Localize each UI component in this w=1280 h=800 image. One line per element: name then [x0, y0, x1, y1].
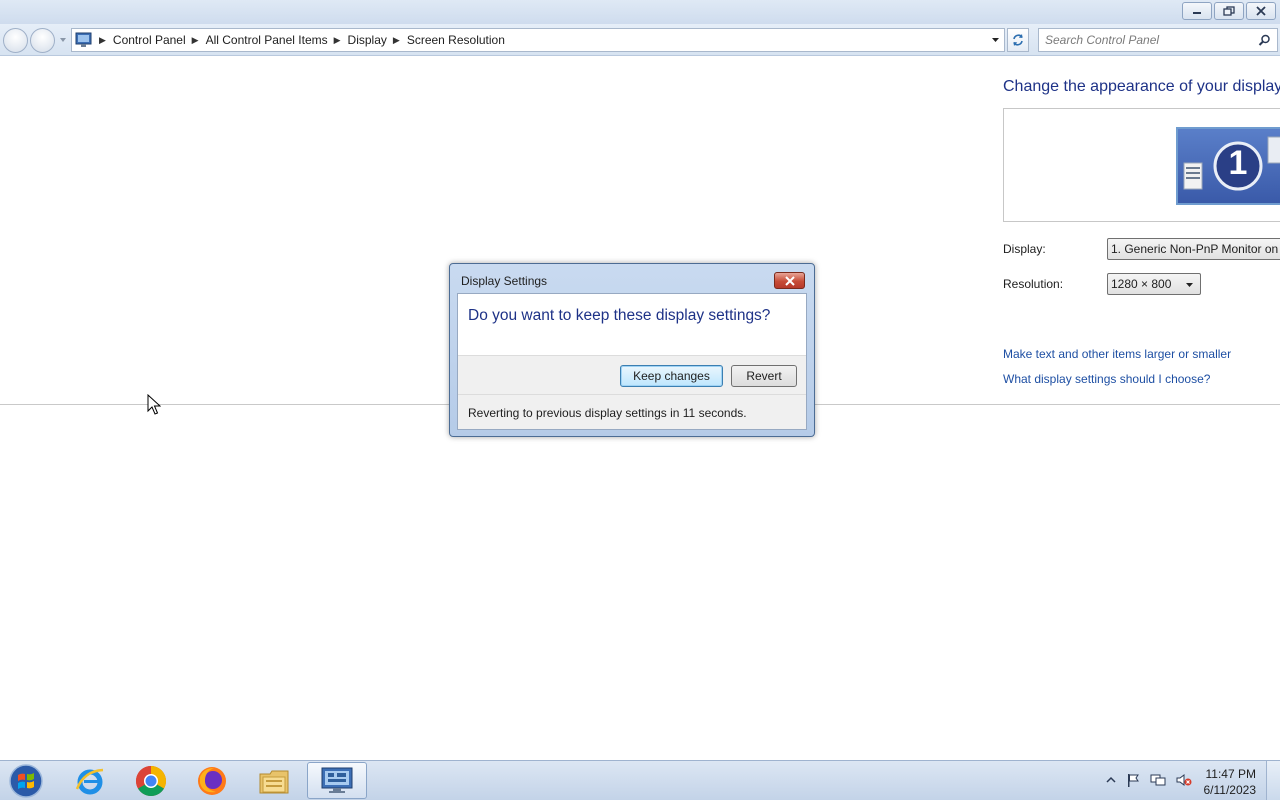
minimize-icon — [1193, 12, 1201, 14]
control-panel-icon — [75, 32, 92, 47]
chevron-down-icon — [1186, 283, 1193, 287]
breadcrumb-separator-icon[interactable]: ▶ — [192, 35, 199, 46]
dialog-status-bar: Reverting to previous display settings i… — [458, 395, 806, 429]
resolution-label: Resolution: — [1003, 277, 1064, 291]
show-hidden-icons-chevron[interactable] — [1106, 776, 1116, 784]
taskbar-internet-explorer[interactable] — [62, 762, 118, 799]
display-settings-dialog: Display Settings Do you want to keep the… — [449, 263, 815, 437]
clock-time: 11:47 PM — [1205, 767, 1256, 781]
taskbar-firefox[interactable] — [184, 762, 240, 799]
internet-explorer-icon — [75, 768, 104, 794]
back-button[interactable] — [3, 28, 28, 53]
page-heading: Change the appearance of your display — [1003, 78, 1280, 95]
refresh-icon — [1013, 34, 1023, 46]
resolution-select-value: 1280 × 800 — [1111, 277, 1172, 291]
dialog-button-row: Keep changes Revert — [458, 355, 806, 395]
breadcrumb-separator-icon[interactable]: ▶ — [334, 35, 341, 46]
network-icon[interactable] — [1150, 773, 1166, 787]
display-select-value: 1. Generic Non-PnP Monitor on — [1111, 242, 1279, 256]
taskbar-chrome[interactable] — [123, 762, 179, 799]
revert-button[interactable]: Revert — [731, 365, 797, 387]
firefox-icon — [198, 766, 226, 795]
mouse-cursor-icon — [147, 394, 161, 415]
breadcrumb[interactable]: ▶ Control Panel ▶ All Control Panel Item… — [71, 28, 1005, 52]
address-toolbar: ▶ Control Panel ▶ All Control Panel Item… — [0, 24, 1280, 56]
start-button[interactable] — [6, 763, 46, 799]
recent-pages-dropdown-icon[interactable] — [59, 36, 67, 44]
taskbar-clock[interactable]: 11:47 PM 6/11/2023 — [1204, 766, 1257, 798]
taskbar-control-panel[interactable] — [307, 762, 367, 799]
refresh-button[interactable] — [1007, 28, 1029, 52]
forward-button[interactable] — [30, 28, 55, 53]
windows-start-orb-icon — [9, 764, 43, 798]
breadcrumb-screen-resolution[interactable]: Screen Resolution — [407, 33, 505, 47]
breadcrumb-all-items[interactable]: All Control Panel Items — [206, 33, 328, 47]
keep-changes-button[interactable]: Keep changes — [620, 365, 723, 387]
monitor-number-label: 1 — [1228, 144, 1248, 182]
search-box[interactable] — [1038, 28, 1278, 52]
breadcrumb-display[interactable]: Display — [348, 33, 387, 47]
chrome-icon — [135, 765, 167, 796]
dialog-question: Do you want to keep these display settin… — [468, 307, 771, 324]
address-history-dropdown-icon[interactable] — [991, 36, 1000, 44]
display-label: Display: — [1003, 242, 1046, 256]
close-icon — [1256, 6, 1266, 16]
taskbar-file-explorer[interactable] — [246, 762, 302, 799]
breadcrumb-separator-icon[interactable]: ▶ — [99, 35, 106, 46]
breadcrumb-control-panel[interactable]: Control Panel — [113, 33, 186, 47]
close-window-button[interactable] — [1246, 2, 1276, 20]
restore-icon — [1223, 6, 1235, 16]
text-size-link[interactable]: Make text and other items larger or smal… — [1003, 347, 1231, 361]
volume-muted-icon[interactable] — [1176, 773, 1192, 787]
control-panel-icon — [321, 767, 353, 793]
search-icon[interactable] — [1258, 34, 1271, 47]
file-explorer-icon — [259, 770, 289, 793]
show-desktop-button[interactable] — [1266, 761, 1280, 800]
system-tray — [1106, 773, 1192, 787]
breadcrumb-separator-icon[interactable]: ▶ — [393, 35, 400, 46]
window-controls — [1182, 2, 1276, 20]
dialog-close-button[interactable] — [774, 272, 805, 289]
monitor-1-tile[interactable]: 1 — [1176, 127, 1280, 205]
search-input[interactable] — [1039, 29, 1249, 51]
window-title-bar — [0, 0, 1280, 24]
close-icon — [784, 275, 795, 286]
monitor-preview-area[interactable]: 1 — [1003, 108, 1280, 222]
clock-date: 6/11/2023 — [1203, 783, 1257, 797]
action-center-flag-icon[interactable] — [1126, 773, 1140, 787]
countdown-text: Reverting to previous display settings i… — [468, 406, 747, 420]
taskbar: 11:47 PM 6/11/2023 — [0, 760, 1280, 800]
restore-button[interactable] — [1214, 2, 1244, 20]
dialog-body: Do you want to keep these display settin… — [457, 293, 807, 430]
display-help-link[interactable]: What display settings should I choose? — [1003, 372, 1210, 386]
resolution-select[interactable]: 1280 × 800 — [1107, 273, 1201, 295]
display-select[interactable]: 1. Generic Non-PnP Monitor on — [1107, 238, 1280, 260]
minimize-button[interactable] — [1182, 2, 1212, 20]
dialog-title: Display Settings — [461, 274, 548, 288]
